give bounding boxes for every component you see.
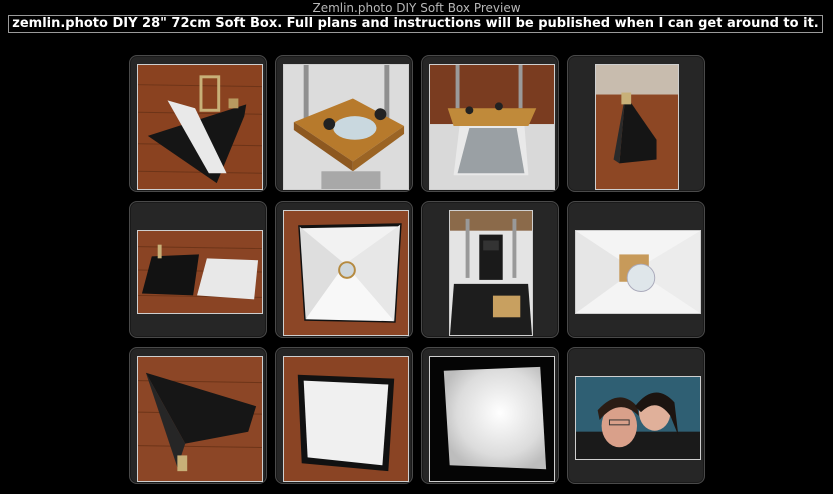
thumbnail-image[interactable] (137, 230, 263, 314)
thumbnail-image[interactable] (595, 64, 679, 190)
thumbnail-image[interactable] (137, 64, 263, 190)
thumbnail-cell[interactable] (275, 201, 413, 338)
thumbnail-cell[interactable] (421, 201, 559, 338)
thumbnail-image[interactable] (575, 376, 701, 460)
thumbnail-image[interactable] (429, 64, 555, 190)
thumbnail-cell[interactable] (275, 347, 413, 484)
thumbnail-image[interactable] (283, 356, 409, 482)
thumbnail-cell[interactable] (421, 347, 559, 484)
thumbnail-cell[interactable] (129, 55, 267, 192)
thumbnail-cell[interactable] (421, 55, 559, 192)
description-banner: zemlin.photo DIY 28" 72cm Soft Box. Full… (8, 15, 823, 33)
page-title: Zemlin.photo DIY Soft Box Preview (312, 1, 521, 15)
thumbnail-image[interactable] (429, 356, 555, 482)
thumbnail-cell[interactable] (275, 55, 413, 192)
thumbnail-image[interactable] (137, 356, 263, 482)
thumbnail-image[interactable] (449, 210, 533, 336)
thumbnail-cell[interactable] (567, 201, 705, 338)
thumbnail-cell[interactable] (129, 201, 267, 338)
thumbnail-image[interactable] (283, 210, 409, 336)
thumbnail-cell[interactable] (129, 347, 267, 484)
thumbnail-image[interactable] (283, 64, 409, 190)
thumbnail-image[interactable] (575, 230, 701, 314)
thumbnail-cell[interactable] (567, 55, 705, 192)
thumbnail-cell[interactable] (567, 347, 705, 484)
